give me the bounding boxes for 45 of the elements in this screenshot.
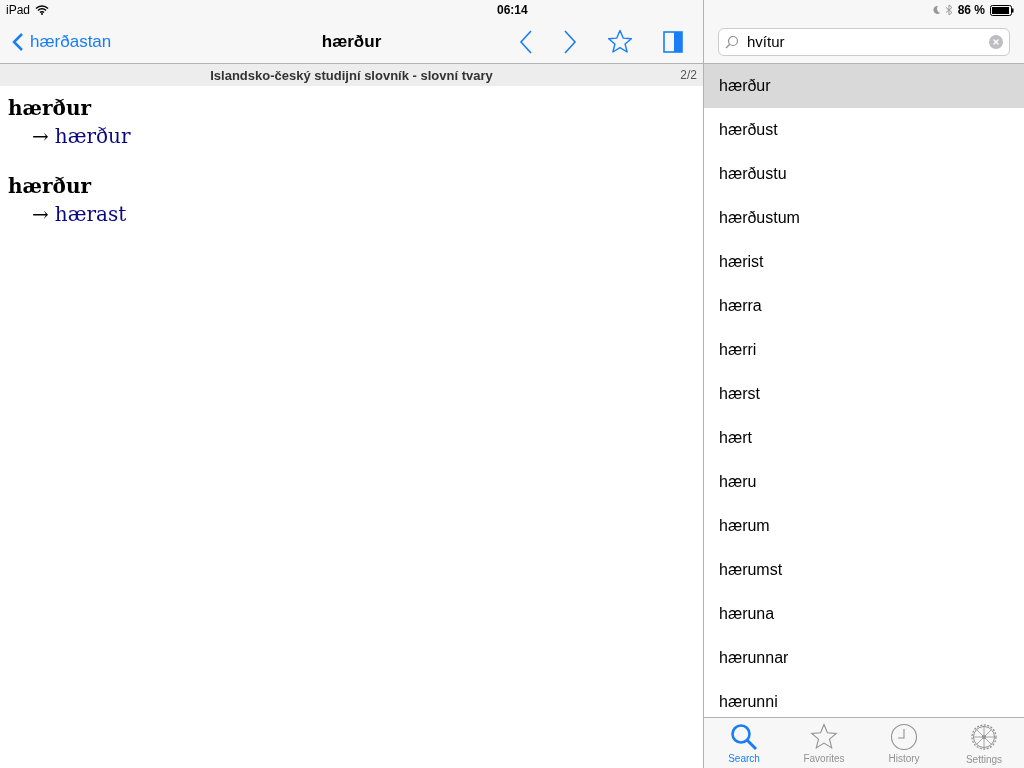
arrow-symbol: → <box>32 201 49 228</box>
device-name: iPad <box>6 3 31 17</box>
wifi-icon <box>35 5 50 15</box>
bluetooth-icon <box>944 4 953 16</box>
star-icon[interactable] <box>607 29 633 54</box>
entry-link[interactable]: hærast <box>54 200 127 228</box>
result-row[interactable]: hærðustum <box>704 196 1024 240</box>
result-row[interactable]: hært <box>704 416 1024 460</box>
search-icon <box>725 34 739 49</box>
sidebar-toggle-icon[interactable] <box>663 30 683 53</box>
back-button[interactable]: hærðastan <box>0 31 112 52</box>
clock-time: 06:14 <box>497 3 528 17</box>
result-row[interactable]: hærunnar <box>704 636 1024 680</box>
page-title: hærður <box>321 31 382 52</box>
headword: hærður <box>8 95 93 122</box>
page-counter: 2/2 <box>680 68 697 82</box>
star-icon <box>810 722 838 751</box>
dictionary-name: Islandsko-český studijní slovník - slovní tvary <box>210 67 493 83</box>
result-row[interactable]: hæru <box>704 460 1024 504</box>
tab-button[interactable]: Search <box>704 718 784 768</box>
result-row[interactable]: hærum <box>704 504 1024 548</box>
entry-link[interactable]: hærður <box>54 122 131 150</box>
result-row[interactable]: hærra <box>704 284 1024 328</box>
battery-percent: 86 % <box>957 3 985 17</box>
settings-icon <box>969 721 999 752</box>
result-row[interactable]: hærist <box>704 240 1024 284</box>
result-row[interactable]: hærunni <box>704 680 1024 717</box>
next-icon[interactable] <box>563 29 577 54</box>
chevron-left-icon <box>12 31 24 52</box>
clear-icon[interactable] <box>989 34 1003 49</box>
result-row[interactable]: hærumst <box>704 548 1024 592</box>
search-field[interactable]: hvítur <box>718 27 1010 56</box>
battery-icon <box>990 4 1014 16</box>
headword: hærður <box>8 173 93 200</box>
previous-icon[interactable] <box>519 29 533 54</box>
result-row[interactable]: hærri <box>704 328 1024 372</box>
result-row[interactable]: hæruna <box>704 592 1024 636</box>
result-row[interactable]: hærst <box>704 372 1024 416</box>
result-row[interactable]: hærður <box>704 64 1024 108</box>
moon-icon <box>931 5 940 15</box>
result-row[interactable]: hærðustu <box>704 152 1024 196</box>
result-row[interactable]: hærðust <box>704 108 1024 152</box>
search-icon <box>730 722 758 751</box>
arrow-symbol: → <box>32 123 49 150</box>
clock-icon <box>890 722 918 751</box>
